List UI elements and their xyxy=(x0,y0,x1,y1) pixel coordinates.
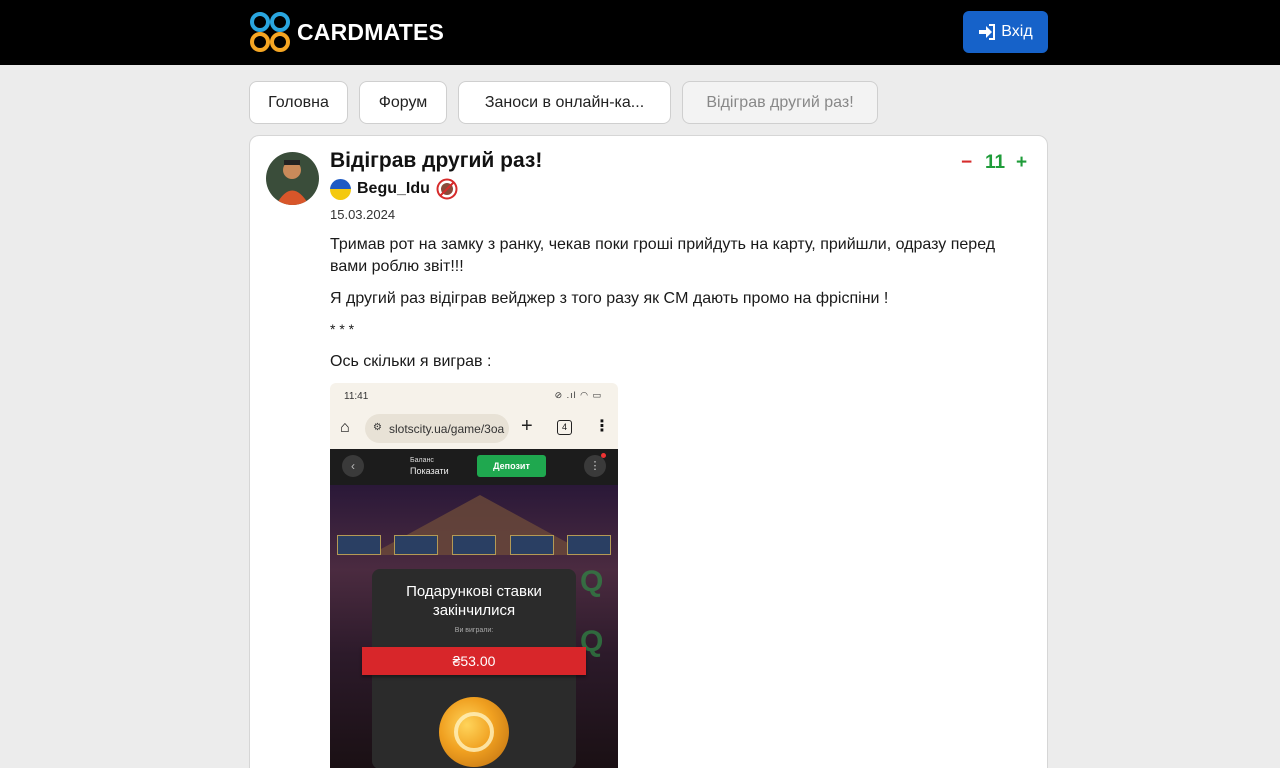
breadcrumb-category[interactable]: Заноси в онлайн-ка... xyxy=(458,81,671,124)
reel-symbol: Q xyxy=(580,565,604,598)
popup-title-line: Подарункові ставки xyxy=(406,583,542,600)
popup-title: Подарункові ставки закінчилися xyxy=(372,582,576,620)
kebab-menu-icon: ⋮ xyxy=(594,418,610,435)
site-logo[interactable]: CARDMATES xyxy=(249,10,444,54)
balance-value: Показати xyxy=(410,466,449,476)
win-amount-ribbon: ₴53.00 xyxy=(362,647,586,675)
author-row: Begu_Idu xyxy=(330,178,458,200)
user-badge-icon xyxy=(436,178,458,200)
breadcrumb-forum[interactable]: Форум xyxy=(359,81,447,124)
post-paragraph: Ось скільки я виграв : xyxy=(330,353,492,370)
vote-count: 11 xyxy=(985,152,1006,173)
jackpot-row xyxy=(330,535,618,557)
balance-label: Баланс xyxy=(410,457,434,464)
site-settings-icon: ⚙ xyxy=(373,422,382,433)
jackpot-tile xyxy=(394,535,439,555)
status-icons: ⊘ .ıl ◠ ▭ xyxy=(554,390,602,400)
popup-title-line: закінчилися xyxy=(432,602,516,619)
login-label: Вхід xyxy=(1001,23,1033,40)
balance: Баланс Показати xyxy=(410,456,449,478)
phone-status-bar: 11:41 ⊘ .ıl ◠ ▭ xyxy=(330,383,618,409)
win-popup: Подарункові ставки закінчилися Ви виграл… xyxy=(362,569,586,768)
url-field: ⚙ slotscity.ua/game/3oa xyxy=(365,414,509,443)
login-button[interactable]: Вхід xyxy=(963,11,1048,53)
game-top-bar: ‹ Баланс Показати Депозит ⋮ xyxy=(330,449,618,485)
new-tab-icon: + xyxy=(521,415,533,437)
ukraine-flag-icon xyxy=(330,178,351,200)
post-image[interactable]: 11:41 ⊘ .ıl ◠ ▭ ⌂ ⚙ slotscity.ua/game/3o… xyxy=(330,383,618,768)
sign-in-icon xyxy=(979,24,996,40)
upvote-button[interactable]: + xyxy=(1016,152,1027,174)
notification-dot xyxy=(601,453,606,458)
post-title: Відіграв другий раз! xyxy=(330,149,543,172)
back-icon: ‹ xyxy=(342,455,364,477)
home-icon: ⌂ xyxy=(340,419,350,436)
top-bar: CARDMATES Вхід xyxy=(0,0,1280,65)
deposit-button: Депозит xyxy=(477,455,546,477)
breadcrumb-home[interactable]: Головна xyxy=(249,81,348,124)
coin-icon xyxy=(439,697,509,767)
jackpot-tile xyxy=(336,535,381,555)
phone-time: 11:41 xyxy=(344,391,369,402)
downvote-button[interactable]: − xyxy=(961,152,972,174)
post-date: 15.03.2024 xyxy=(330,207,396,222)
post-separator: * * * xyxy=(330,321,355,337)
url-text: slotscity.ua/game/3oa xyxy=(389,421,505,436)
jackpot-tile xyxy=(451,535,496,555)
jackpot-tile xyxy=(567,535,612,555)
slot-game-area: Q Q Подарункові ставки закінчилися Ви ви… xyxy=(330,485,618,768)
jackpot-tile xyxy=(509,535,554,555)
author-avatar[interactable] xyxy=(266,152,319,205)
post-paragraph: Тримав рот на замку з ранку, чекав поки … xyxy=(330,236,996,275)
author-name[interactable]: Begu_Idu xyxy=(357,180,430,198)
logo-text: CARDMATES xyxy=(297,18,445,45)
popup-subtitle: Ви виграли: xyxy=(454,627,494,634)
more-icon: ⋮ xyxy=(584,455,606,477)
post-paragraph: Я другий раз відіграв вейджер з того раз… xyxy=(330,290,889,307)
cardmates-logo-icon xyxy=(249,11,291,53)
breadcrumb-current: Відіграв другий раз! xyxy=(682,81,878,124)
browser-address-bar: ⌂ ⚙ slotscity.ua/game/3oa + 4 ⋮ xyxy=(330,409,618,449)
tabs-count: 4 xyxy=(557,420,572,435)
